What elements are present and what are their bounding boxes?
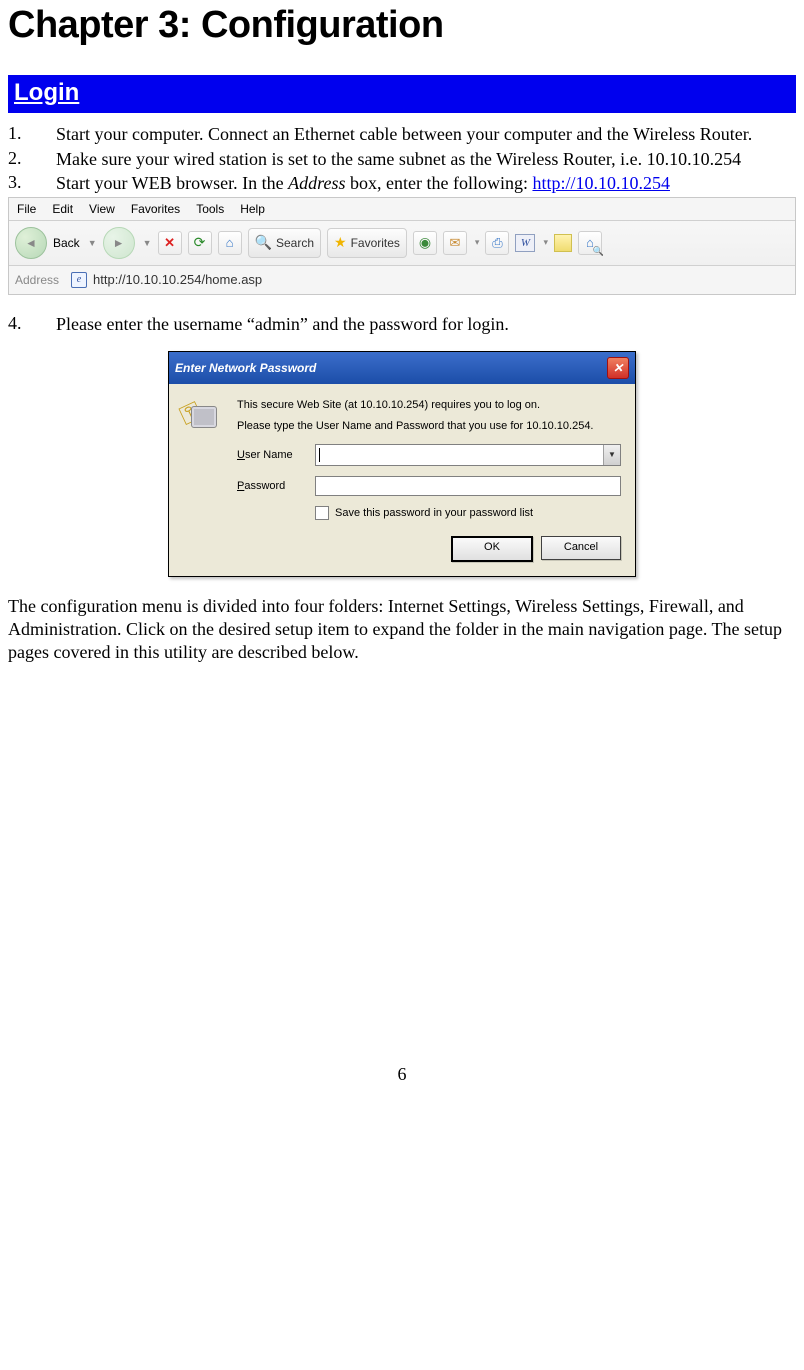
dropdown-icon[interactable]: ▼ bbox=[603, 445, 620, 465]
search-icon: 🔍 bbox=[255, 234, 272, 251]
list-item: 3. Start your WEB browser. In the Addres… bbox=[8, 172, 796, 195]
section-heading: Login bbox=[8, 75, 796, 113]
address-label: Address bbox=[15, 273, 59, 287]
password-label: Password bbox=[237, 480, 315, 492]
menu-view[interactable]: View bbox=[89, 202, 115, 216]
menu-tools[interactable]: Tools bbox=[196, 202, 224, 216]
cancel-button[interactable]: Cancel bbox=[541, 536, 621, 560]
address-bar: Address e http://10.10.10.254/home.asp bbox=[9, 266, 795, 294]
search-label: Search bbox=[276, 236, 314, 250]
list-number: 3. bbox=[8, 172, 56, 195]
caret-icon: ▼ bbox=[143, 238, 152, 248]
ok-button[interactable]: OK bbox=[451, 536, 533, 562]
list-number: 2. bbox=[8, 148, 56, 171]
chapter-title: Chapter 3: Configuration bbox=[8, 4, 796, 47]
menu-bar: File Edit View Favorites Tools Help bbox=[9, 198, 795, 221]
closing-paragraph: The configuration menu is divided into f… bbox=[8, 595, 796, 664]
text-segment: Start your WEB browser. In the bbox=[56, 173, 288, 193]
menu-help[interactable]: Help bbox=[240, 202, 265, 216]
back-button-label[interactable]: Back bbox=[53, 236, 80, 250]
home-icon[interactable]: ⌂ bbox=[218, 231, 242, 255]
favorites-label: Favorites bbox=[351, 236, 400, 250]
dialog-titlebar: Enter Network Password ✕ bbox=[169, 352, 635, 384]
caret-icon: ▾ bbox=[543, 237, 548, 248]
save-password-label: Save this password in your password list bbox=[335, 507, 533, 519]
list-item: 4. Please enter the username “admin” and… bbox=[8, 313, 796, 336]
star-icon: ★ bbox=[334, 234, 347, 251]
list-text: Please enter the username “admin” and th… bbox=[56, 313, 796, 336]
dialog-title-text: Enter Network Password bbox=[175, 361, 316, 375]
password-input[interactable] bbox=[315, 476, 621, 496]
password-dialog: Enter Network Password ✕ ⚿ This secure W… bbox=[168, 351, 636, 577]
page-number: 6 bbox=[8, 1064, 796, 1095]
save-password-checkbox[interactable] bbox=[315, 506, 329, 520]
refresh-icon[interactable]: ⟳ bbox=[188, 231, 212, 255]
close-button[interactable]: ✕ bbox=[607, 357, 629, 379]
list-item: 1. Start your computer. Connect an Ether… bbox=[8, 123, 796, 146]
favorites-button[interactable]: ★ Favorites bbox=[327, 228, 407, 258]
stop-icon[interactable]: ✕ bbox=[158, 231, 182, 255]
search-button[interactable]: 🔍 Search bbox=[248, 228, 321, 258]
mail-icon[interactable]: ✉ bbox=[443, 231, 467, 255]
dialog-text-line2: Please type the User Name and Password t… bbox=[237, 419, 621, 434]
caret-icon: ▼ bbox=[88, 238, 97, 248]
address-field[interactable]: e http://10.10.10.254/home.asp bbox=[67, 270, 789, 290]
toolbar-buttons: ◄ Back ▼ ► ▼ ✕ ⟳ ⌂ 🔍Search ★Favorites ◉ … bbox=[9, 221, 795, 266]
address-value: http://10.10.10.254/home.asp bbox=[93, 272, 262, 287]
dialog-text-line1: This secure Web Site (at 10.10.10.254) r… bbox=[237, 398, 621, 413]
forward-button-icon[interactable]: ► bbox=[103, 227, 135, 259]
list-text: Start your computer. Connect an Ethernet… bbox=[56, 123, 796, 146]
caret-icon: ▾ bbox=[475, 237, 480, 248]
dialog-figure: Enter Network Password ✕ ⚿ This secure W… bbox=[8, 351, 796, 577]
key-icon: ⚿ bbox=[183, 396, 219, 432]
menu-file[interactable]: File bbox=[17, 202, 36, 216]
instruction-list: 1. Start your computer. Connect an Ether… bbox=[8, 123, 796, 335]
browser-toolbar-figure: File Edit View Favorites Tools Help ◄ Ba… bbox=[8, 197, 796, 295]
links-icon[interactable]: ⌂ bbox=[578, 231, 602, 255]
list-item: 2. Make sure your wired station is set t… bbox=[8, 148, 796, 171]
menu-edit[interactable]: Edit bbox=[52, 202, 73, 216]
print-icon[interactable]: ⎙ bbox=[485, 231, 509, 255]
list-text: Make sure your wired station is set to t… bbox=[56, 148, 796, 171]
list-number: 4. bbox=[8, 313, 56, 336]
list-text: Start your WEB browser. In the Address b… bbox=[56, 172, 796, 195]
ie-page-icon: e bbox=[71, 272, 87, 288]
word-icon[interactable]: W bbox=[515, 234, 535, 252]
link-text: http://10.10.10.254 bbox=[532, 173, 670, 193]
username-label: User Name bbox=[237, 449, 315, 461]
text-segment: box, enter the following: bbox=[345, 173, 532, 193]
note-icon[interactable] bbox=[554, 234, 572, 252]
username-input[interactable]: ▼ bbox=[315, 444, 621, 466]
list-number: 1. bbox=[8, 123, 56, 146]
menu-favorites[interactable]: Favorites bbox=[131, 202, 180, 216]
media-icon[interactable]: ◉ bbox=[413, 231, 437, 255]
italic-text: Address bbox=[288, 173, 345, 193]
back-button-icon[interactable]: ◄ bbox=[15, 227, 47, 259]
